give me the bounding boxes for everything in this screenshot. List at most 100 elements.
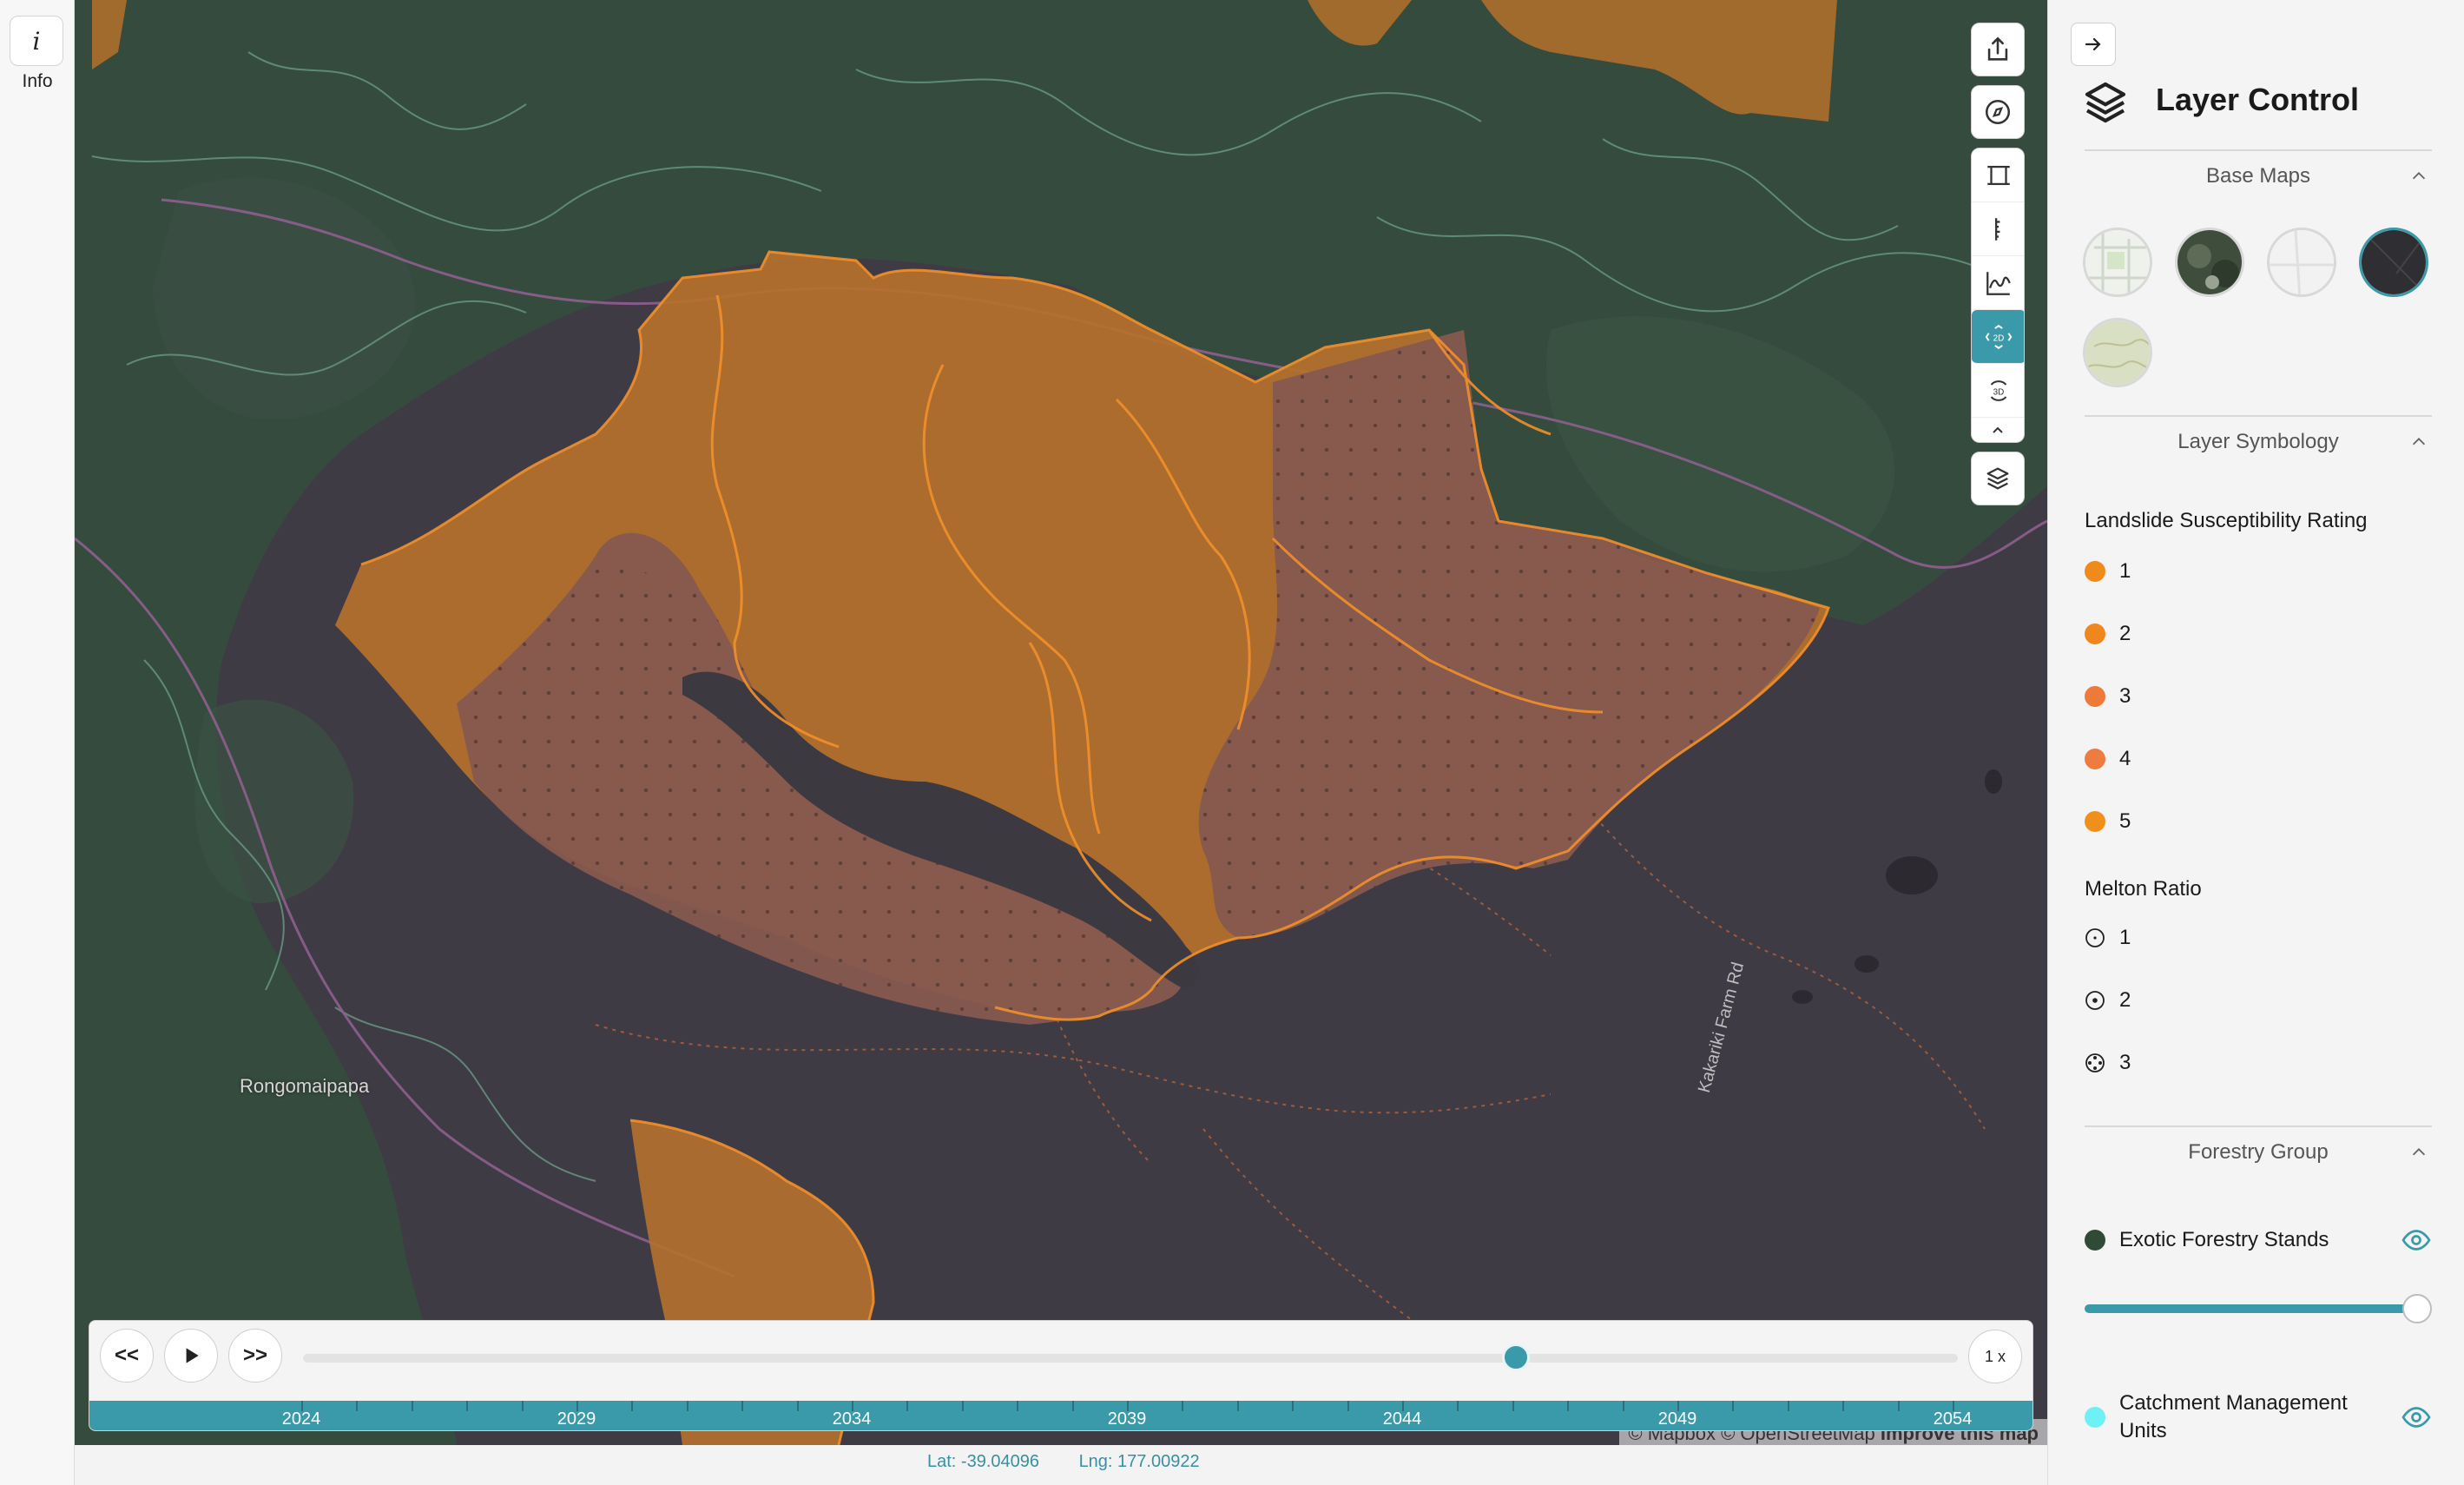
eye-icon[interactable] <box>2401 1224 2432 1256</box>
landslide-legend-item: 1 <box>2085 559 2131 584</box>
base-maps-section-toggle[interactable]: Base Maps <box>2085 149 2432 201</box>
frame-button[interactable] <box>1972 148 2024 202</box>
tool-group: 2D 3D <box>1971 148 2025 443</box>
timeline-tick <box>1347 1401 1349 1411</box>
step-forward-button[interactable]: >> <box>228 1329 282 1383</box>
3d-view-icon: 3D <box>1990 380 2007 401</box>
slider-track <box>2085 1304 2425 1313</box>
elevation-profile-button[interactable] <box>1972 256 2024 310</box>
melton-item-label: 3 <box>2119 1051 2131 1074</box>
melton-1-symbol <box>2085 928 2105 947</box>
landslide-legend-item: 4 <box>2085 747 2131 771</box>
timeline-tick <box>1953 1401 1954 1411</box>
timeline-tick <box>1236 1401 1239 1411</box>
timeline-tick <box>411 1401 413 1411</box>
3d-view-label: 3D <box>1993 387 2005 397</box>
timeline-year-label: 2024 <box>281 1409 321 1429</box>
timeline-handle[interactable] <box>1502 1343 1531 1371</box>
landslide-color-swatch <box>2085 561 2105 582</box>
compass-button[interactable] <box>1971 85 2025 139</box>
layer-control-panel: Layer Control Base Maps Layer Symbology … <box>2047 0 2464 1485</box>
slider-handle[interactable] <box>2402 1294 2432 1323</box>
toolbar-collapse-button[interactable] <box>1972 418 2024 442</box>
eye-icon[interactable] <box>2401 1402 2432 1433</box>
speed-label: 1 x <box>1984 1347 2006 1365</box>
timeline-track[interactable] <box>303 1354 1958 1363</box>
streets-map-thumbnail <box>2085 230 2150 294</box>
melton-2-symbol <box>2085 991 2105 1010</box>
frame-icon <box>1987 165 2010 185</box>
timeline-year-label: 2054 <box>1933 1409 1973 1429</box>
timeline-year-label: 2049 <box>1657 1409 1697 1429</box>
forestry-section-toggle[interactable]: Forestry Group <box>2085 1125 2432 1178</box>
play-icon <box>186 1348 199 1363</box>
satellite-map-thumbnail <box>2177 230 2242 294</box>
2d-view-label: 2D <box>1993 333 2005 343</box>
ruler-button[interactable] <box>1972 202 2024 256</box>
collapse-panel-button[interactable] <box>2071 23 2116 66</box>
cursor-coordinates: Lat: -39.04096 Lng: 177.00922 <box>927 1452 1235 1472</box>
landslide-legend-item: 2 <box>2085 622 2131 646</box>
timeline-tick <box>576 1401 578 1411</box>
symbology-section-toggle[interactable]: Layer Symbology <box>2085 415 2432 467</box>
basemap-topographic[interactable] <box>2083 318 2152 387</box>
timeline-tick <box>1182 1401 1184 1411</box>
map-canvas[interactable]: Rongomaipapa Kakariki Farm Rd © Mapbox ©… <box>75 0 2047 1445</box>
chevron-up-icon <box>2412 172 2426 180</box>
speed-button[interactable]: 1 x <box>1968 1330 2022 1383</box>
layers-button[interactable] <box>1971 452 2025 505</box>
timeline-tick <box>1732 1401 1735 1411</box>
timeline-tick <box>1842 1401 1845 1411</box>
melton-item: 2 <box>2085 988 2131 1013</box>
timeline-tick <box>631 1401 634 1411</box>
landslide-item-label: 5 <box>2119 809 2131 833</box>
melton-legend-heading: Melton Ratio <box>2085 877 2202 901</box>
timeline-player: << >> 1 x 2024 2029 2034 2039 2044 2049 2054 <box>89 1320 2033 1431</box>
landslide-item-label: 1 <box>2119 559 2131 583</box>
melton-3-symbol <box>2085 1053 2105 1072</box>
timeline-year-label: 2039 <box>1107 1409 1147 1429</box>
timeline-tick <box>1127 1401 1129 1411</box>
timeline-tick <box>1787 1401 1789 1411</box>
2d-view-icon: 2D <box>1985 324 2013 349</box>
map-graphics <box>75 0 2047 1445</box>
share-icon <box>1987 36 2008 61</box>
layers-icon <box>1986 467 2009 490</box>
layer-color-swatch <box>2085 1230 2105 1251</box>
elevation-profile-icon <box>1986 271 2011 295</box>
melton-item-label: 2 <box>2119 988 2131 1012</box>
basemap-streets[interactable] <box>2083 228 2152 297</box>
timeline-tick <box>301 1401 303 1411</box>
info-button[interactable]: i <box>10 16 63 66</box>
basemap-satellite[interactable] <box>2175 228 2244 297</box>
layer-color-swatch <box>2085 1407 2105 1428</box>
timeline-tick <box>1897 1401 1900 1411</box>
layer-opacity-slider[interactable] <box>2085 1294 2432 1323</box>
timeline-tick <box>741 1401 744 1411</box>
timeline-tick <box>356 1401 359 1411</box>
2d-view-button[interactable]: 2D <box>1972 310 2024 364</box>
share-button[interactable] <box>1971 23 2025 76</box>
timeline-tick <box>1622 1401 1624 1411</box>
layers-icon <box>2085 82 2126 123</box>
timeline-year-label: 2034 <box>832 1409 872 1429</box>
play-button[interactable] <box>164 1329 218 1383</box>
timeline-tick <box>521 1401 524 1411</box>
timeline-tick <box>466 1401 469 1411</box>
3d-view-button[interactable]: 3D <box>1972 364 2024 418</box>
timeline-tick <box>1512 1401 1514 1411</box>
landslide-color-swatch <box>2085 749 2105 769</box>
step-back-button[interactable]: << <box>100 1329 154 1383</box>
step-back-icon: << <box>114 1343 140 1367</box>
landslide-item-label: 2 <box>2119 622 2131 645</box>
landslide-color-swatch <box>2085 624 2105 644</box>
landslide-legend-item: 3 <box>2085 684 2131 709</box>
timeline-tick <box>1677 1401 1679 1411</box>
timeline-tick <box>961 1401 964 1411</box>
topographic-map-thumbnail <box>2085 320 2150 385</box>
basemap-light[interactable] <box>2267 228 2336 297</box>
timeline-tick <box>1292 1401 1295 1411</box>
layer-row-exotic-forestry: Exotic Forestry Stands <box>2085 1224 2432 1256</box>
basemap-dark[interactable] <box>2359 228 2428 297</box>
landslide-legend-heading: Landslide Susceptibility Rating <box>2085 509 2368 532</box>
